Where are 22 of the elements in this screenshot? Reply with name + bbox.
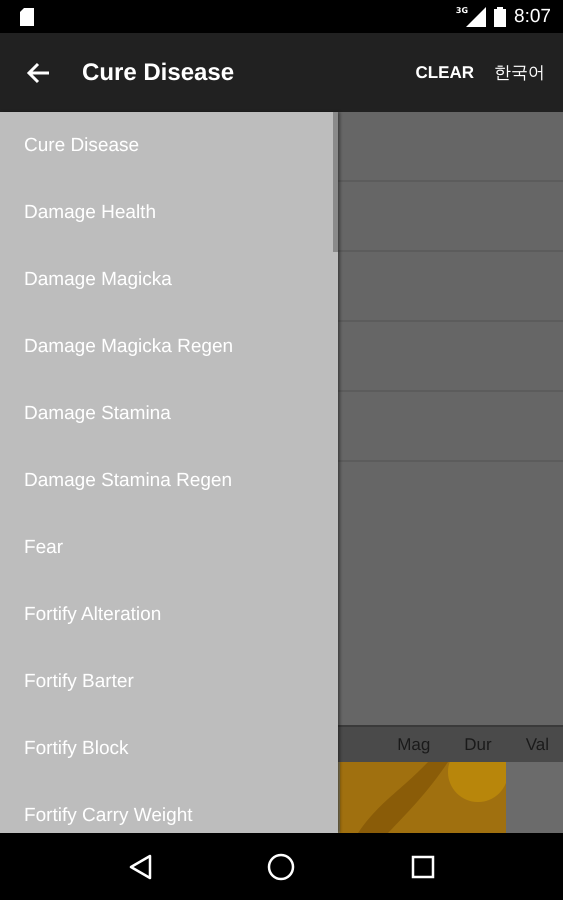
screen-title: Cure Disease — [82, 58, 236, 86]
home-icon[interactable] — [267, 852, 296, 880]
drawer-item[interactable]: Damage Health — [0, 179, 330, 246]
drawer-item[interactable]: Fear — [0, 514, 330, 581]
drawer-item[interactable]: Damage Magicka Regen — [0, 313, 330, 380]
recents-icon[interactable] — [411, 854, 436, 878]
network-type: 3G — [456, 6, 468, 15]
drawer-item[interactable]: Fortify Block — [0, 715, 330, 782]
clock: 8:07 — [514, 6, 551, 28]
back-icon[interactable] — [128, 854, 152, 880]
drawer-item[interactable]: Damage Magicka — [0, 246, 330, 313]
drawer-item[interactable]: Damage Stamina Regen — [0, 447, 330, 514]
drawer-item[interactable]: Damage Stamina — [0, 380, 330, 447]
sd-card-icon — [20, 8, 34, 26]
drawer-item[interactable]: Fortify Alteration — [0, 581, 330, 648]
drawer-item[interactable]: Fortify Barter — [0, 648, 330, 715]
back-arrow-icon[interactable] — [26, 62, 50, 84]
drawer-item[interactable]: Cure Disease — [0, 112, 330, 179]
signal-icon — [466, 6, 486, 26]
clear-button[interactable]: CLEAR — [409, 62, 480, 82]
battery-icon — [494, 6, 506, 26]
language-button[interactable]: 한국어 — [488, 61, 551, 84]
